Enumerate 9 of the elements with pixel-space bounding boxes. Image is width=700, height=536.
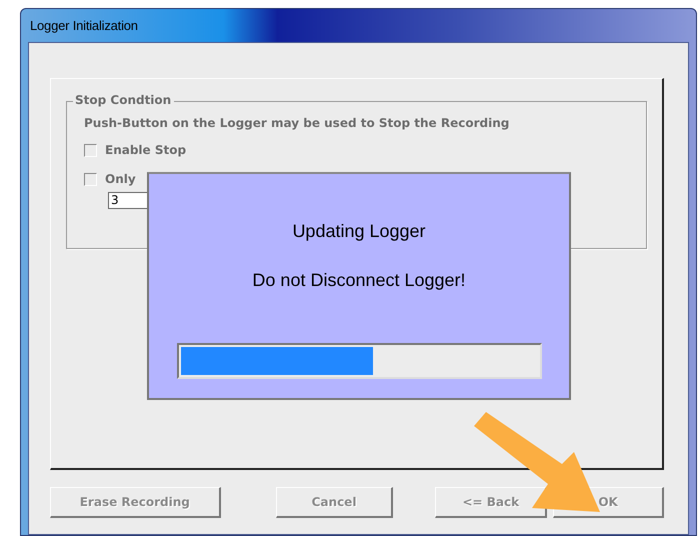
checkbox[interactable] bbox=[84, 172, 97, 186]
window-title: Logger Initialization bbox=[30, 18, 138, 33]
description-text: Push-Button on the Logger may be used to Stop the Recording bbox=[84, 116, 510, 130]
warning-message: Do not Disconnect Logger! bbox=[252, 270, 466, 291]
group-title: Stop Condtion bbox=[73, 93, 174, 107]
checkbox[interactable] bbox=[84, 144, 97, 156]
checkbox-label: Enable Stop bbox=[105, 143, 186, 157]
checkbox-label: Only bbox=[105, 172, 136, 186]
progress-title: Updating Logger bbox=[292, 221, 426, 242]
